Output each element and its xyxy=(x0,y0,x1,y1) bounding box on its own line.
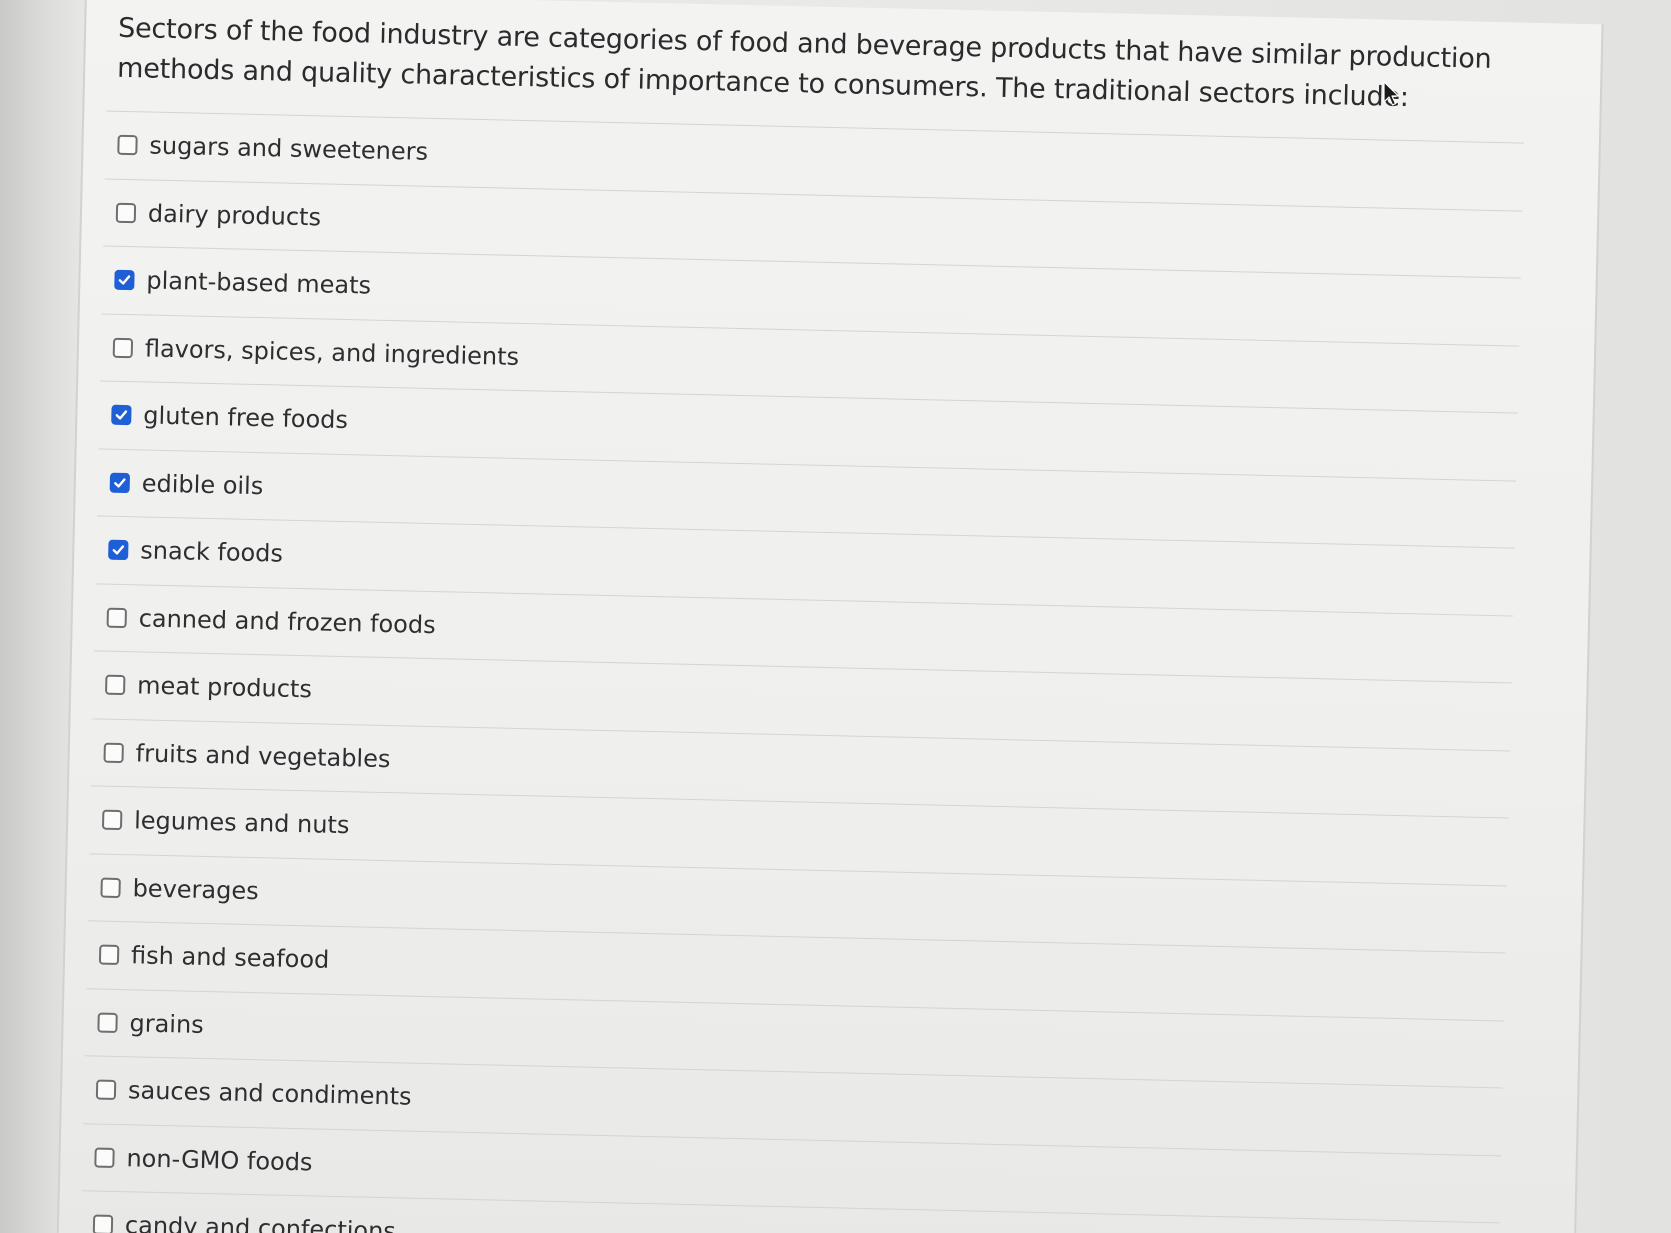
option-label: snack foods xyxy=(139,536,284,568)
checkbox-unchecked[interactable] xyxy=(101,809,123,831)
checkbox-unchecked[interactable] xyxy=(106,607,127,628)
checkbox-unchecked[interactable] xyxy=(117,135,138,156)
checkbox-unchecked[interactable] xyxy=(103,742,124,763)
option-label: non-GMO foods xyxy=(126,1143,313,1177)
check-icon xyxy=(115,410,128,420)
option-label: flavors, spices, and ingredients xyxy=(144,334,520,371)
check-icon xyxy=(114,478,126,488)
checkbox-checked[interactable] xyxy=(111,404,132,426)
option-label: canned and frozen foods xyxy=(138,604,436,639)
checkbox-unchecked[interactable] xyxy=(97,1012,118,1033)
option-label: meat products xyxy=(136,671,313,704)
option-label: sauces and condiments xyxy=(127,1076,412,1111)
option-label: beverages xyxy=(132,874,259,905)
option-label: fish and seafood xyxy=(130,941,330,975)
question-text: Sectors of the food industry are categor… xyxy=(116,12,1492,114)
option-label: dairy products xyxy=(147,199,322,232)
checkbox-unchecked[interactable] xyxy=(115,202,137,223)
checkbox-unchecked[interactable] xyxy=(100,877,121,898)
checkbox-unchecked[interactable] xyxy=(98,944,120,966)
checkbox-checked[interactable] xyxy=(108,539,129,561)
checkbox-checked[interactable] xyxy=(109,472,131,493)
question-panel: Sectors of the food industry are categor… xyxy=(56,0,1604,1233)
check-icon xyxy=(118,275,131,285)
option-label: gluten free foods xyxy=(143,401,349,435)
option-label: candy and confections xyxy=(124,1211,397,1233)
options-list: sugars and sweeteners dairy products pla… xyxy=(58,110,1524,1233)
checkbox-unchecked[interactable] xyxy=(112,337,134,358)
option-label: legumes and nuts xyxy=(133,806,350,840)
option-label: plant-based meats xyxy=(146,266,372,300)
checkbox-unchecked[interactable] xyxy=(94,1147,115,1168)
checkbox-unchecked[interactable] xyxy=(95,1079,117,1101)
option-label: edible oils xyxy=(141,469,264,500)
checkbox-unchecked[interactable] xyxy=(105,674,126,696)
option-label: sugars and sweeteners xyxy=(149,131,429,167)
checkbox-checked[interactable] xyxy=(114,269,135,291)
option-label: fruits and vegetables xyxy=(135,739,391,773)
checkbox-unchecked[interactable] xyxy=(92,1214,114,1233)
mouse-pointer-icon xyxy=(1383,81,1400,106)
option-label: grains xyxy=(129,1009,205,1039)
screen: Sectors of the food industry are categor… xyxy=(0,0,1671,1233)
check-icon xyxy=(112,545,125,555)
